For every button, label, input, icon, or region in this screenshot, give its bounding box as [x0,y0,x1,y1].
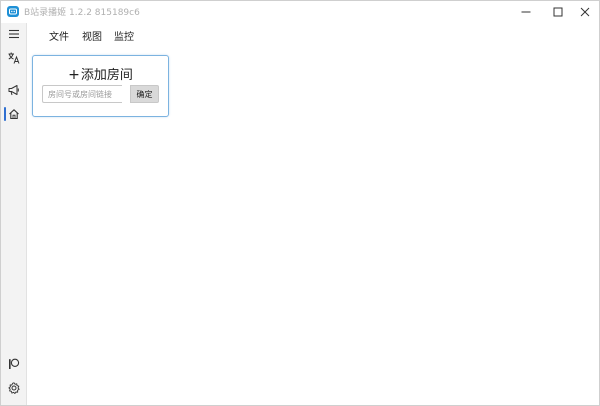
window-title: B站录播姬 1.2.2 815189c6 [24,8,140,18]
menu-monitor[interactable]: 监控 [114,28,134,43]
minimize-icon [521,11,531,13]
sidebar-item-language[interactable] [3,47,25,69]
sidebar-rail [1,23,27,405]
plus-icon: + [68,67,80,83]
app-logo-icon [7,6,19,17]
sidebar-item-announcement[interactable] [3,79,25,101]
menu-bar: 文件 视图 监控 [27,23,599,47]
maximize-icon [553,7,563,17]
sidebar-item-patreon[interactable] [3,353,25,375]
close-button[interactable] [569,1,600,23]
patreon-icon [8,358,20,369]
confirm-button[interactable]: 确定 [130,85,159,103]
close-icon [580,7,590,17]
hamburger-menu-icon [9,29,19,39]
add-room-title: +添加房间 [33,64,168,83]
add-room-label: 添加房间 [80,68,133,83]
sidebar-item-home[interactable] [3,103,25,125]
sidebar-menu-toggle[interactable] [3,23,25,45]
translate-icon [8,52,20,64]
megaphone-icon [8,85,19,96]
app-window: B站录播姬 1.2.2 815189c6 文件 视图 监控 +添加房间 房间号或… [0,0,600,406]
menu-file[interactable]: 文件 [49,28,69,43]
room-id-input[interactable] [42,85,122,103]
menu-view[interactable]: 视图 [82,28,102,43]
sidebar-item-settings[interactable] [3,377,25,399]
gear-icon [8,382,20,394]
add-room-card: +添加房间 确定 [32,55,169,117]
minimize-button[interactable] [510,1,542,23]
home-icon [9,109,19,120]
title-bar[interactable]: B站录播姬 1.2.2 815189c6 [1,1,599,23]
